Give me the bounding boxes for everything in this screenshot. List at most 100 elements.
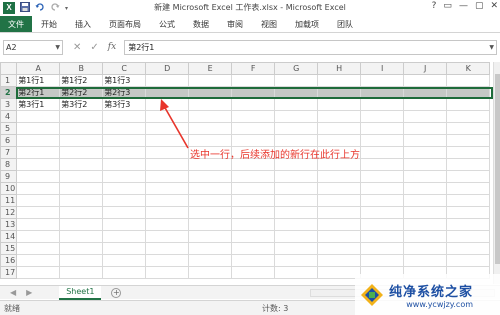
cell[interactable] xyxy=(16,182,61,195)
cell[interactable] xyxy=(59,170,104,183)
cell[interactable] xyxy=(16,146,61,159)
cell[interactable] xyxy=(231,194,276,207)
cell[interactable] xyxy=(274,122,319,135)
cell[interactable] xyxy=(59,146,104,159)
cell[interactable] xyxy=(188,230,233,243)
cell[interactable] xyxy=(403,242,448,255)
cell[interactable] xyxy=(403,158,448,171)
column-header-i[interactable]: I xyxy=(360,62,405,75)
row-header[interactable]: 17 xyxy=(0,266,18,279)
row-header[interactable]: 5 xyxy=(0,122,18,135)
cell[interactable] xyxy=(360,194,405,207)
cell[interactable] xyxy=(403,98,448,111)
cell[interactable] xyxy=(446,230,491,243)
cell[interactable] xyxy=(145,134,190,147)
cell[interactable] xyxy=(446,122,491,135)
cell[interactable] xyxy=(360,122,405,135)
cell[interactable] xyxy=(360,110,405,123)
column-header-k[interactable]: K xyxy=(446,62,491,75)
cell[interactable] xyxy=(274,182,319,195)
cell[interactable] xyxy=(145,230,190,243)
cell[interactable] xyxy=(145,158,190,171)
cell[interactable] xyxy=(16,134,61,147)
maximize-icon[interactable]: ▢ xyxy=(475,1,484,11)
cell[interactable] xyxy=(102,170,147,183)
cell[interactable] xyxy=(16,158,61,171)
tab-view[interactable]: 视图 xyxy=(252,16,286,32)
cell[interactable] xyxy=(16,170,61,183)
cell[interactable] xyxy=(231,254,276,267)
cell[interactable] xyxy=(360,74,405,87)
add-sheet-icon[interactable]: + xyxy=(111,287,122,298)
cell[interactable] xyxy=(317,206,362,219)
cell[interactable] xyxy=(102,254,147,267)
cell[interactable] xyxy=(102,110,147,123)
row-header[interactable]: 13 xyxy=(0,218,18,231)
cell[interactable] xyxy=(16,242,61,255)
cell[interactable] xyxy=(59,194,104,207)
cell[interactable] xyxy=(16,110,61,123)
cell[interactable] xyxy=(317,134,362,147)
cell[interactable] xyxy=(274,254,319,267)
cell[interactable] xyxy=(231,110,276,123)
cell[interactable] xyxy=(145,254,190,267)
row-header[interactable]: 11 xyxy=(0,194,18,207)
cell[interactable] xyxy=(231,74,276,87)
cell[interactable] xyxy=(274,170,319,183)
cell[interactable] xyxy=(188,170,233,183)
column-header-b[interactable]: B xyxy=(59,62,104,75)
tab-formulas[interactable]: 公式 xyxy=(150,16,184,32)
cell[interactable] xyxy=(16,254,61,267)
cell[interactable] xyxy=(59,122,104,135)
cell[interactable] xyxy=(102,134,147,147)
cell[interactable] xyxy=(102,242,147,255)
cell[interactable] xyxy=(59,206,104,219)
cell[interactable] xyxy=(188,98,233,111)
cell[interactable] xyxy=(274,218,319,231)
cell[interactable] xyxy=(188,122,233,135)
cell[interactable] xyxy=(16,230,61,243)
cell[interactable]: 第1行1 xyxy=(16,74,61,87)
tab-team[interactable]: 团队 xyxy=(328,16,362,32)
tab-home[interactable]: 开始 xyxy=(32,16,66,32)
cell[interactable] xyxy=(231,230,276,243)
confirm-icon[interactable]: ✓ xyxy=(90,42,98,53)
cell[interactable] xyxy=(403,146,448,159)
cell[interactable] xyxy=(317,242,362,255)
sheet-tab-sheet1[interactable]: Sheet1 xyxy=(59,285,102,300)
cell[interactable] xyxy=(188,194,233,207)
cell[interactable] xyxy=(317,230,362,243)
help-icon[interactable]: ? xyxy=(432,1,437,11)
cell[interactable] xyxy=(317,170,362,183)
cell[interactable] xyxy=(446,98,491,111)
cell[interactable] xyxy=(145,122,190,135)
cell[interactable] xyxy=(446,86,491,99)
cell[interactable] xyxy=(360,98,405,111)
cell[interactable] xyxy=(360,86,405,99)
cell[interactable]: 第1行3 xyxy=(102,74,147,87)
cell[interactable] xyxy=(188,182,233,195)
cell[interactable]: 第3行1 xyxy=(16,98,61,111)
cell[interactable] xyxy=(231,122,276,135)
name-box[interactable]: A2 ▼ xyxy=(3,39,63,55)
cell[interactable] xyxy=(274,206,319,219)
cell[interactable] xyxy=(145,86,190,99)
row-header[interactable]: 6 xyxy=(0,134,18,147)
cell[interactable] xyxy=(446,110,491,123)
cell[interactable] xyxy=(446,158,491,171)
cell[interactable] xyxy=(188,134,233,147)
tab-data[interactable]: 数据 xyxy=(184,16,218,32)
chevron-down-icon[interactable]: ▼ xyxy=(55,41,60,54)
cell[interactable] xyxy=(274,266,319,279)
cell[interactable] xyxy=(446,206,491,219)
insert-function-icon[interactable]: fx xyxy=(108,42,116,52)
cell[interactable] xyxy=(274,242,319,255)
cell[interactable] xyxy=(188,86,233,99)
cell[interactable] xyxy=(231,134,276,147)
close-icon[interactable]: ✕ xyxy=(490,1,498,11)
cell[interactable] xyxy=(403,254,448,267)
cell[interactable] xyxy=(274,86,319,99)
cell[interactable] xyxy=(16,266,61,279)
cell[interactable] xyxy=(59,134,104,147)
cell[interactable] xyxy=(360,218,405,231)
